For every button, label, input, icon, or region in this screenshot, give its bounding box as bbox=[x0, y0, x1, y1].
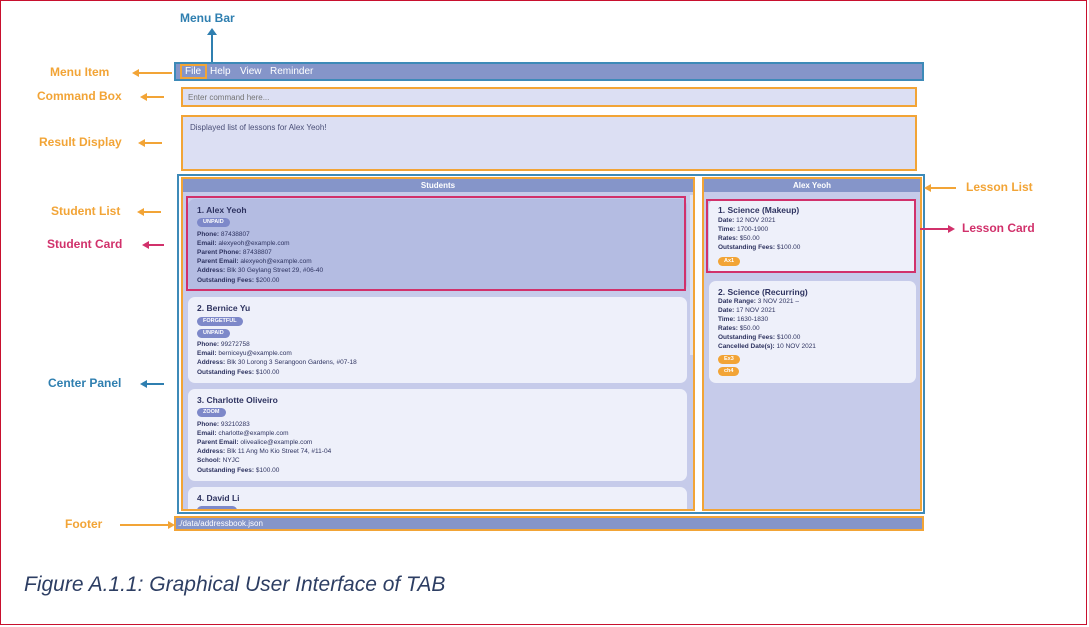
student-card[interactable]: 4. David Li bbox=[188, 487, 687, 509]
arrow-student-card bbox=[148, 244, 164, 246]
student-tag: FORGETFUL bbox=[197, 317, 243, 326]
arrow-head-left bbox=[140, 93, 147, 101]
student-field: School: NYJC bbox=[197, 457, 240, 464]
label-lesson-card: Lesson Card bbox=[962, 221, 1035, 235]
label-menu-bar: Menu Bar bbox=[180, 11, 235, 25]
label-command-box: Command Box bbox=[37, 89, 122, 103]
lesson-card-highlight bbox=[706, 199, 916, 273]
label-menu-item: Menu Item bbox=[50, 65, 110, 79]
lesson-tag: Ex3 bbox=[718, 355, 740, 364]
label-result-display: Result Display bbox=[39, 135, 122, 149]
lesson-field: Time: 1630-1830 bbox=[718, 316, 769, 323]
lesson-field: Cancelled Date(s): 10 NOV 2021 bbox=[718, 343, 816, 350]
arrow-head-right bbox=[168, 521, 175, 529]
lesson-field: Date Range: 3 NOV 2021 – bbox=[718, 298, 799, 305]
student-card-highlight bbox=[186, 196, 686, 291]
arrow-head-left bbox=[137, 208, 144, 216]
label-footer: Footer bbox=[65, 517, 103, 531]
arrow-head-left bbox=[132, 69, 139, 77]
student-tag: ZOOM bbox=[197, 408, 226, 417]
student-field: Parent Email: olivealice@example.com bbox=[197, 439, 313, 446]
arrow-menu-bar bbox=[211, 34, 213, 62]
student-field: Outstanding Fees: $100.00 bbox=[197, 467, 280, 474]
menu-bar: File Help View Reminder bbox=[174, 62, 924, 81]
lesson-field: Date: 17 NOV 2021 bbox=[718, 307, 776, 314]
lesson-title: 2. Science (Recurring) bbox=[718, 287, 808, 297]
arrow-head-right bbox=[948, 225, 955, 233]
arrow-head-up bbox=[207, 28, 217, 35]
student-tag bbox=[197, 506, 237, 509]
arrow-result-display bbox=[144, 142, 162, 144]
footer: ./data/addressbook.json bbox=[174, 516, 924, 531]
lesson-field: Outstanding Fees: $100.00 bbox=[718, 334, 801, 341]
command-input[interactable] bbox=[188, 91, 888, 103]
student-name: 4. David Li bbox=[197, 493, 240, 503]
arrow-student-list bbox=[143, 211, 161, 213]
student-field: Email: charlotte@example.com bbox=[197, 430, 289, 437]
arrow-command-box bbox=[146, 96, 164, 98]
arrow-footer bbox=[120, 524, 170, 526]
arrow-head-left bbox=[140, 380, 147, 388]
lesson-card[interactable]: 2. Science (Recurring) Date Range: 3 NOV… bbox=[709, 281, 916, 383]
lesson-tag: ch4 bbox=[718, 367, 740, 376]
label-student-list: Student List bbox=[51, 204, 121, 218]
student-card[interactable]: 3. Charlotte Oliveiro ZOOM Phone: 932102… bbox=[188, 389, 687, 481]
label-student-card: Student Card bbox=[47, 237, 123, 251]
menu-view[interactable]: View bbox=[240, 65, 262, 79]
arrow-lesson-card bbox=[920, 228, 950, 230]
arrow-center-panel bbox=[146, 383, 164, 385]
student-card[interactable]: 2. Bernice Yu FORGETFUL UNPAID Phone: 99… bbox=[188, 297, 687, 383]
student-field: Phone: 99272758 bbox=[197, 341, 250, 348]
arrow-head-left bbox=[142, 241, 149, 249]
arrow-head-left bbox=[924, 184, 931, 192]
student-name: 3. Charlotte Oliveiro bbox=[197, 395, 278, 405]
student-field: Phone: 93210283 bbox=[197, 421, 250, 428]
command-box bbox=[181, 87, 917, 107]
menu-help[interactable]: Help bbox=[210, 65, 231, 79]
menu-file[interactable]: File bbox=[185, 65, 201, 79]
student-field: Address: Blk 11 Ang Mo Kio Street 74, #1… bbox=[197, 448, 332, 455]
student-field: Email: berniceyu@example.com bbox=[197, 350, 292, 357]
arrow-head-left bbox=[138, 139, 145, 147]
student-list-header: Students bbox=[183, 179, 693, 192]
lesson-list-header: Alex Yeoh bbox=[704, 179, 920, 192]
label-lesson-list: Lesson List bbox=[966, 180, 1033, 194]
label-center-panel: Center Panel bbox=[48, 376, 122, 390]
student-list-scrollbar[interactable] bbox=[690, 195, 693, 355]
student-tag: UNPAID bbox=[197, 329, 230, 338]
result-display: Displayed list of lessons for Alex Yeoh! bbox=[181, 115, 917, 171]
result-text: Displayed list of lessons for Alex Yeoh! bbox=[190, 123, 327, 132]
student-field: Address: Blk 30 Lorong 3 Serangoon Garde… bbox=[197, 359, 357, 366]
student-field: Outstanding Fees: $100.00 bbox=[197, 369, 280, 376]
figure-caption: Figure A.1.1: Graphical User Interface o… bbox=[24, 573, 446, 596]
arrow-lesson-list bbox=[930, 187, 956, 189]
lesson-field: Rates: $50.00 bbox=[718, 325, 760, 332]
student-name: 2. Bernice Yu bbox=[197, 303, 251, 313]
footer-path: ./data/addressbook.json bbox=[178, 519, 263, 528]
arrow-menu-item bbox=[138, 72, 172, 74]
menu-reminder[interactable]: Reminder bbox=[270, 65, 313, 79]
